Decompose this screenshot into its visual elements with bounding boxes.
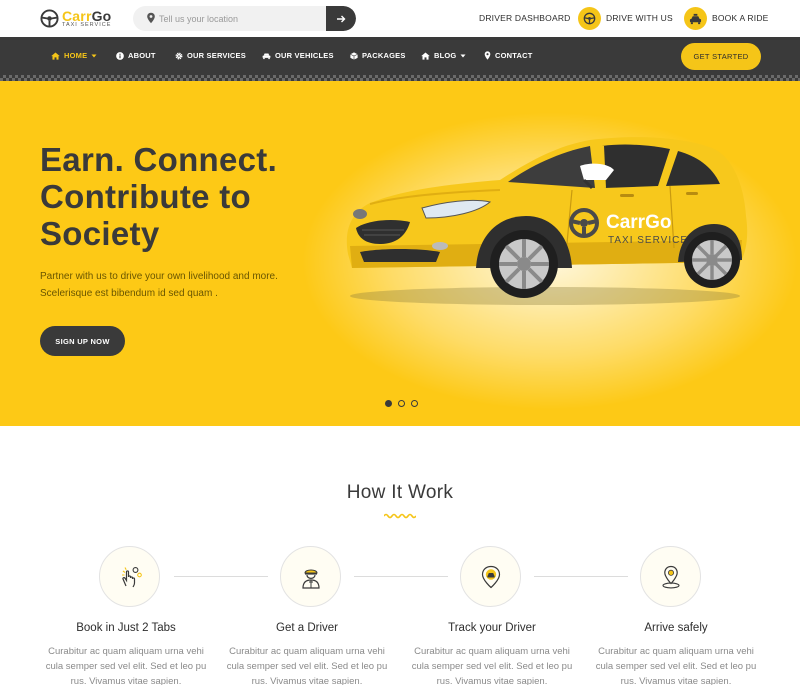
nav-item-blog[interactable]: BLOG — [421, 51, 466, 60]
top-header: CarrGo TAXI SERVICE DRIVER DASHBOARD DRI… — [0, 0, 800, 37]
nav-item-contact[interactable]: CONTACT — [484, 51, 533, 60]
slider-dot-1[interactable] — [385, 400, 392, 407]
logo-tagline: TAXI SERVICE — [62, 22, 112, 28]
slider-dots — [385, 400, 418, 407]
section-title: How It Work — [346, 482, 454, 503]
nav-item-our-vehicles[interactable]: OUR VEHICLES — [262, 51, 334, 60]
book-a-ride-link[interactable]: BOOK A RIDE — [712, 13, 769, 23]
sign-up-button[interactable]: SIGN UP NOW — [40, 326, 125, 356]
step-description: Curabitur ac quam aliquam urna vehi cula… — [595, 646, 757, 685]
nav-item-our-services[interactable]: OUR SERVICES — [175, 51, 246, 60]
step-title: Track your Driver — [448, 622, 536, 634]
step-connector — [534, 576, 628, 577]
search-input[interactable] — [159, 6, 329, 31]
step-title: Book in Just 2 Tabs — [76, 622, 176, 634]
step-icon-circle — [280, 546, 341, 607]
step-description: Curabitur ac quam aliquam urna vehi cula… — [411, 646, 573, 685]
wave-divider-icon — [384, 513, 416, 519]
steering-wheel-icon — [578, 7, 601, 30]
driver-dashboard-link[interactable]: DRIVER DASHBOARD — [479, 13, 571, 23]
step-connector — [354, 576, 448, 577]
info-icon — [116, 51, 124, 60]
home-icon — [51, 51, 60, 60]
taxi-car-image: CarrGo TAXI SERVICE — [346, 137, 748, 305]
step-title: Get a Driver — [276, 622, 338, 634]
home-icon — [421, 51, 430, 60]
track-icon — [481, 565, 500, 588]
chevron-down-icon — [91, 54, 97, 57]
step-description: Curabitur ac quam aliquam urna vehi cula… — [226, 646, 388, 685]
nav-item-about[interactable]: ABOUT — [116, 51, 156, 60]
step-title: Arrive safely — [644, 622, 708, 634]
box-icon — [350, 51, 358, 60]
logo[interactable]: CarrGo TAXI SERVICE — [40, 8, 120, 30]
step-description: Curabitur ac quam aliquam urna vehi cula… — [45, 646, 207, 685]
step-icon-circle — [99, 546, 160, 607]
step-connector — [174, 576, 268, 577]
driver-icon — [301, 569, 320, 589]
location-search — [133, 6, 356, 31]
chevron-down-icon — [460, 54, 466, 57]
map-pin-icon — [147, 12, 155, 24]
location-icon — [661, 565, 680, 588]
drive-with-us-link[interactable]: DRIVE WITH US — [606, 13, 673, 23]
tap-icon — [121, 566, 142, 587]
hero-description: Partner with us to drive your own liveli… — [40, 271, 278, 299]
map-pin-icon — [484, 51, 491, 60]
search-submit-button[interactable] — [326, 6, 356, 31]
get-started-button[interactable]: GET STARTED — [681, 43, 761, 70]
slider-dot-3[interactable] — [411, 400, 418, 407]
car-icon — [262, 53, 271, 59]
step-icon-circle — [460, 546, 521, 607]
gear-icon — [175, 52, 183, 59]
slider-dot-2[interactable] — [398, 400, 405, 407]
step-icon-circle — [640, 546, 701, 607]
nav-item-packages[interactable]: PACKAGES — [350, 51, 406, 60]
hero-title: Earn. Connect. Contribute to Society — [40, 141, 278, 252]
car-tagline-text: TAXI SERVICE — [608, 235, 688, 246]
taxi-icon — [684, 7, 707, 30]
car-brand-text: CarrGo — [606, 212, 671, 233]
arrow-right-icon — [337, 15, 346, 22]
steering-wheel-icon — [40, 9, 59, 28]
hero-slider: Earn. Connect. Contribute to Society Par… — [0, 81, 800, 426]
main-nav: HOME ABOUT OUR SERVICES OUR VEHICLES PAC… — [0, 37, 800, 75]
nav-item-home[interactable]: HOME — [51, 51, 97, 60]
